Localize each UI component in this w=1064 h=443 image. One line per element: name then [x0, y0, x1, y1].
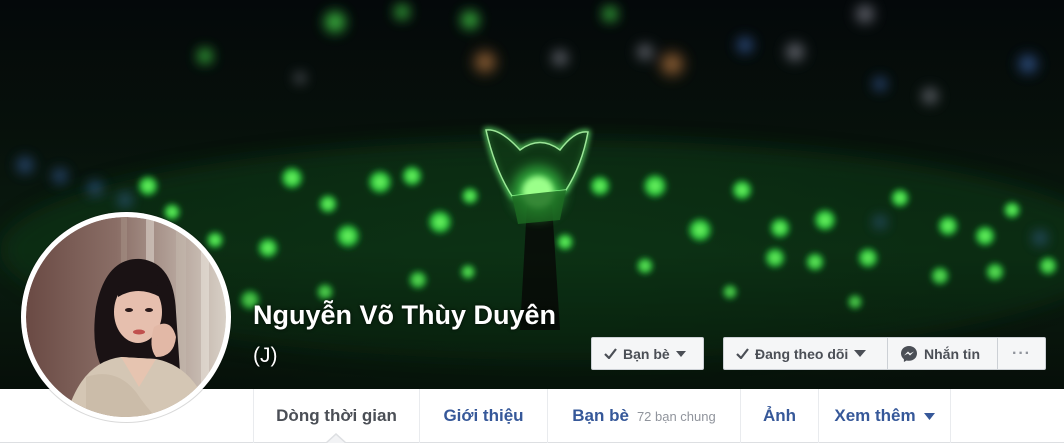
friends-button-label: Bạn bè [623, 345, 670, 362]
tab-more-label: Xem thêm [834, 406, 916, 425]
following-button-label: Đang theo dõi [755, 345, 849, 362]
friends-button[interactable]: Bạn bè [591, 337, 704, 370]
following-button[interactable]: Đang theo dõi [723, 337, 888, 370]
tab-more[interactable]: Xem thêm [818, 389, 951, 443]
checkmark-icon [736, 348, 749, 359]
tab-friends[interactable]: Bạn bè 72 bạn chung [547, 389, 740, 443]
mutual-friends-count: 72 bạn chung [636, 408, 716, 424]
profile-page: Nguyễn Võ Thùy Duyên (J) Bạn bè Đang the… [0, 0, 1064, 443]
chevron-down-icon [675, 350, 686, 357]
profile-photo-image [26, 217, 226, 417]
messenger-icon [900, 345, 918, 363]
tab-photos[interactable]: Ảnh [740, 389, 818, 443]
tab-about-label: Giới thiệu [443, 406, 524, 425]
more-options-button[interactable]: ··· [997, 337, 1046, 370]
tab-timeline-label: Dòng thời gian [276, 406, 397, 425]
profile-name[interactable]: Nguyễn Võ Thùy Duyên [253, 300, 556, 331]
active-tab-indicator-fill [326, 435, 346, 443]
more-dots-icon: ··· [1012, 344, 1031, 362]
tab-photos-label: Ảnh [762, 406, 797, 425]
tab-friends-label: Bạn bè [572, 406, 629, 425]
chevron-down-icon [923, 412, 935, 420]
message-button[interactable]: Nhắn tin [887, 337, 998, 370]
message-button-label: Nhắn tin [924, 345, 980, 362]
tab-about[interactable]: Giới thiệu [419, 389, 547, 443]
profile-avatar[interactable] [21, 212, 231, 422]
checkmark-icon [604, 348, 617, 359]
profile-alternate-name: (J) [253, 344, 278, 367]
chevron-down-icon [854, 350, 867, 357]
